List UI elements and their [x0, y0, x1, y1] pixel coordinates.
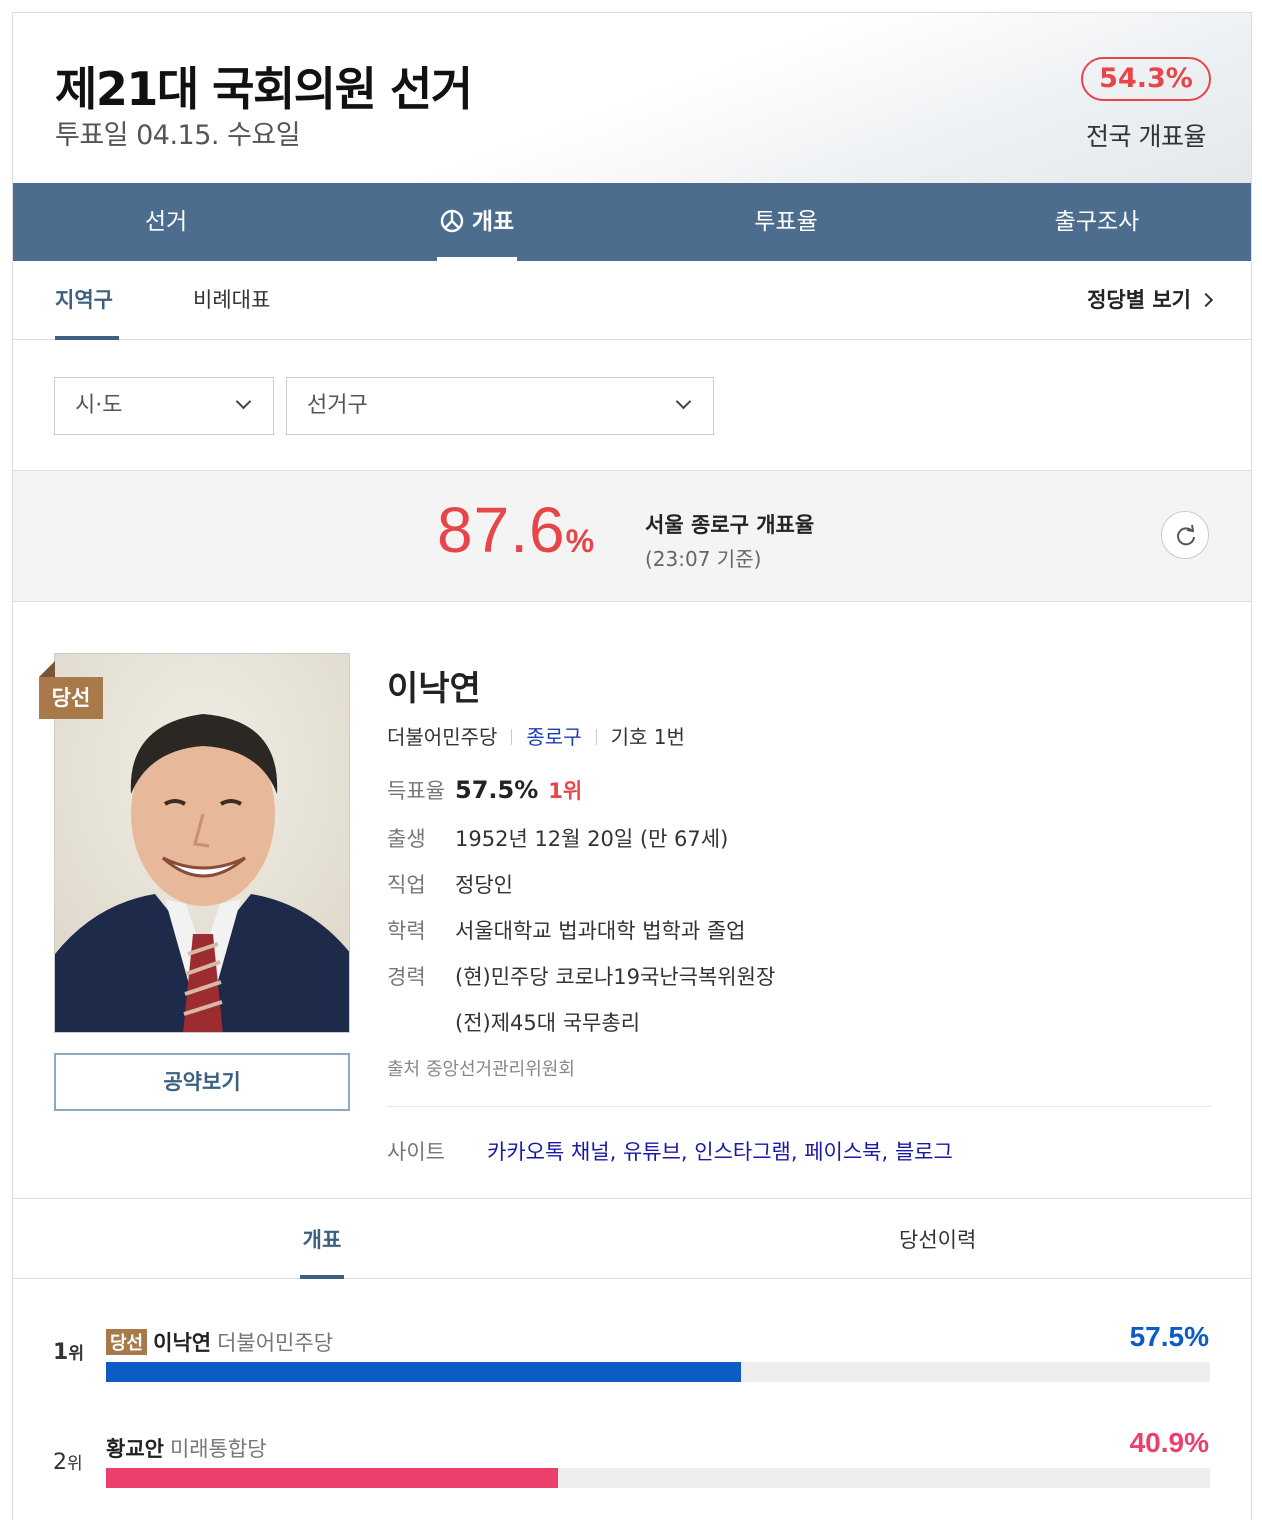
tab-label: 개표 [471, 209, 515, 235]
rate-number: 87.6 [437, 494, 566, 566]
winner-badge: 당선 [39, 677, 103, 719]
rank-unit: 위 [67, 1454, 83, 1474]
rate-unit: % [565, 523, 596, 559]
result-party: 더불어민주당 [217, 1331, 334, 1355]
page-title: 제21대 국회의원 선거 [55, 62, 473, 116]
national-count-rate-label: 전국 개표율 [1086, 122, 1206, 151]
region-select-value: 시·도 [75, 393, 123, 418]
election-date: 투표일 04.15. 수요일 [55, 120, 301, 151]
sub-nav: 지역구 비례대표 정당별 보기 [13, 261, 1251, 340]
national-count-rate-badge: 54.3% [1081, 57, 1211, 101]
result-bar-fill [106, 1468, 558, 1488]
candidate-name: 이낙연 [387, 669, 481, 709]
district-count-rate-value: 87.6% [437, 493, 595, 567]
election-header: 제21대 국회의원 선거 투표일 04.15. 수요일 54.3% 전국 개표율 [13, 13, 1251, 183]
count-rate-timestamp: (23:07 기준) [645, 547, 762, 571]
birth-row: 출생 1952년 12월 20일 (만 67세) [387, 823, 728, 853]
refresh-button[interactable] [1161, 511, 1209, 559]
birth-value: 1952년 12월 20일 (만 67세) [455, 827, 729, 851]
chevron-right-icon [1198, 292, 1214, 308]
ballot-icon [440, 187, 464, 233]
result-tabs: 개표 당선이력 [13, 1200, 1251, 1279]
district-select-value: 선거구 [307, 393, 368, 418]
candidate-party: 더불어민주당 [387, 725, 498, 749]
rank-unit: 위 [68, 1344, 84, 1364]
birth-label: 출생 [387, 827, 426, 851]
result-row: 1위 당선 이낙연 더불어민주당 57.5% [13, 1319, 1251, 1419]
sites-label: 사이트 [387, 1140, 445, 1164]
job-value: 정당인 [455, 873, 513, 897]
result-candidate-name: 이낙연 [153, 1331, 212, 1355]
tab-district[interactable]: 지역구 [55, 261, 119, 340]
tab-exit-poll[interactable]: 출구조사 [997, 183, 1197, 261]
chevron-down-icon [235, 393, 252, 410]
job-row: 직업 정당인 [387, 869, 513, 899]
vote-share-label: 득표율 [387, 779, 445, 803]
tab-turnout[interactable]: 투표율 [686, 183, 886, 261]
view-pledges-button[interactable]: 공약보기 [54, 1053, 350, 1111]
tab-label: 선거 [144, 209, 188, 235]
career-value: (현)민주당 코로나19국난극복위원장 [455, 965, 776, 989]
district-select[interactable]: 선거구 [286, 377, 714, 435]
district-count-rate: 87.6% 서울 종로구 개표율 (23:07 기준) [13, 471, 1251, 602]
rank-value: 1위 [548, 779, 583, 803]
tab-election[interactable]: 선거 [66, 183, 266, 261]
tab-label: 투표율 [754, 209, 818, 235]
education-value: 서울대학교 법과대학 법학과 졸업 [455, 919, 746, 943]
sites-row: 사이트 카카오톡 채널, 유튜브, 인스타그램, 페이스북, 블로그 [387, 1136, 953, 1166]
tab-win-history[interactable]: 당선이력 [899, 1200, 976, 1279]
result-candidate: 황교안 미래통합당 [106, 1433, 267, 1463]
candidate-district-link[interactable]: 종로구 [526, 725, 581, 749]
candidate-number: 기호 1번 [610, 725, 685, 749]
vote-share-row: 득표율 57.5% 1위 [387, 775, 582, 805]
candidate-card: 당선 공약보기 이낙연 더불어민주당 종로구 기호 1번 득표율 57.5% 1위 출생… [13, 603, 1251, 1199]
result-candidate: 당선 이낙연 더불어민주당 [106, 1327, 333, 1357]
rank-number: 2 [53, 1450, 67, 1475]
rank-number: 1 [53, 1340, 69, 1365]
divider [511, 729, 513, 745]
result-bar-track [106, 1468, 1210, 1488]
data-source: 출처 중앙선거관리위원회 [387, 1059, 575, 1080]
social-links[interactable]: 카카오톡 채널, 유튜브, 인스타그램, 페이스북, 블로그 [487, 1140, 953, 1164]
result-bar-track [106, 1362, 1210, 1382]
candidate-meta: 더불어민주당 종로구 기호 1번 [387, 721, 685, 750]
tab-proportional[interactable]: 비례대표 [193, 261, 270, 340]
result-rank: 1위 [53, 1339, 84, 1365]
job-label: 직업 [387, 873, 426, 897]
result-party: 미래통합당 [169, 1437, 267, 1461]
result-candidate-name: 황교안 [106, 1437, 164, 1461]
tab-label: 출구조사 [1054, 209, 1140, 235]
divider [595, 729, 597, 745]
result-row: 2위 황교안 미래통합당 40.9% [13, 1425, 1251, 1520]
tab-count[interactable]: 개표 [377, 183, 577, 261]
divider [387, 1106, 1211, 1107]
result-bar-fill [106, 1362, 741, 1382]
region-select[interactable]: 시·도 [54, 377, 274, 435]
district-count-rate-label: 서울 종로구 개표율 [645, 513, 815, 537]
view-by-party-link[interactable]: 정당별 보기 [1087, 261, 1214, 340]
vote-share-value: 57.5% [455, 776, 539, 804]
career-value: (전)제45대 국무총리 [455, 1011, 641, 1035]
education-label: 학력 [387, 919, 426, 943]
winner-tag: 당선 [106, 1329, 148, 1355]
chevron-down-icon [675, 393, 692, 410]
career-row: 경력 (현)민주당 코로나19국난극복위원장 [387, 961, 775, 991]
education-row: 학력 서울대학교 법과대학 법학과 졸업 [387, 915, 746, 945]
election-page: 제21대 국회의원 선거 투표일 04.15. 수요일 54.3% 전국 개표율… [12, 12, 1252, 1520]
filter-row: 시·도 선거구 [13, 340, 1251, 471]
main-nav: 선거 개표 투표율 출구조사 [13, 183, 1251, 261]
result-rank: 2위 [53, 1449, 83, 1475]
result-pct: 57.5% [1129, 1321, 1209, 1352]
result-pct: 40.9% [1129, 1427, 1209, 1458]
winner-badge-fold [39, 661, 55, 677]
tab-count-result[interactable]: 개표 [300, 1200, 344, 1279]
career-row: (전)제45대 국무총리 [387, 1007, 640, 1037]
career-label: 경력 [387, 965, 426, 989]
refresh-icon [1177, 524, 1195, 546]
view-by-party-label: 정당별 보기 [1087, 288, 1191, 312]
